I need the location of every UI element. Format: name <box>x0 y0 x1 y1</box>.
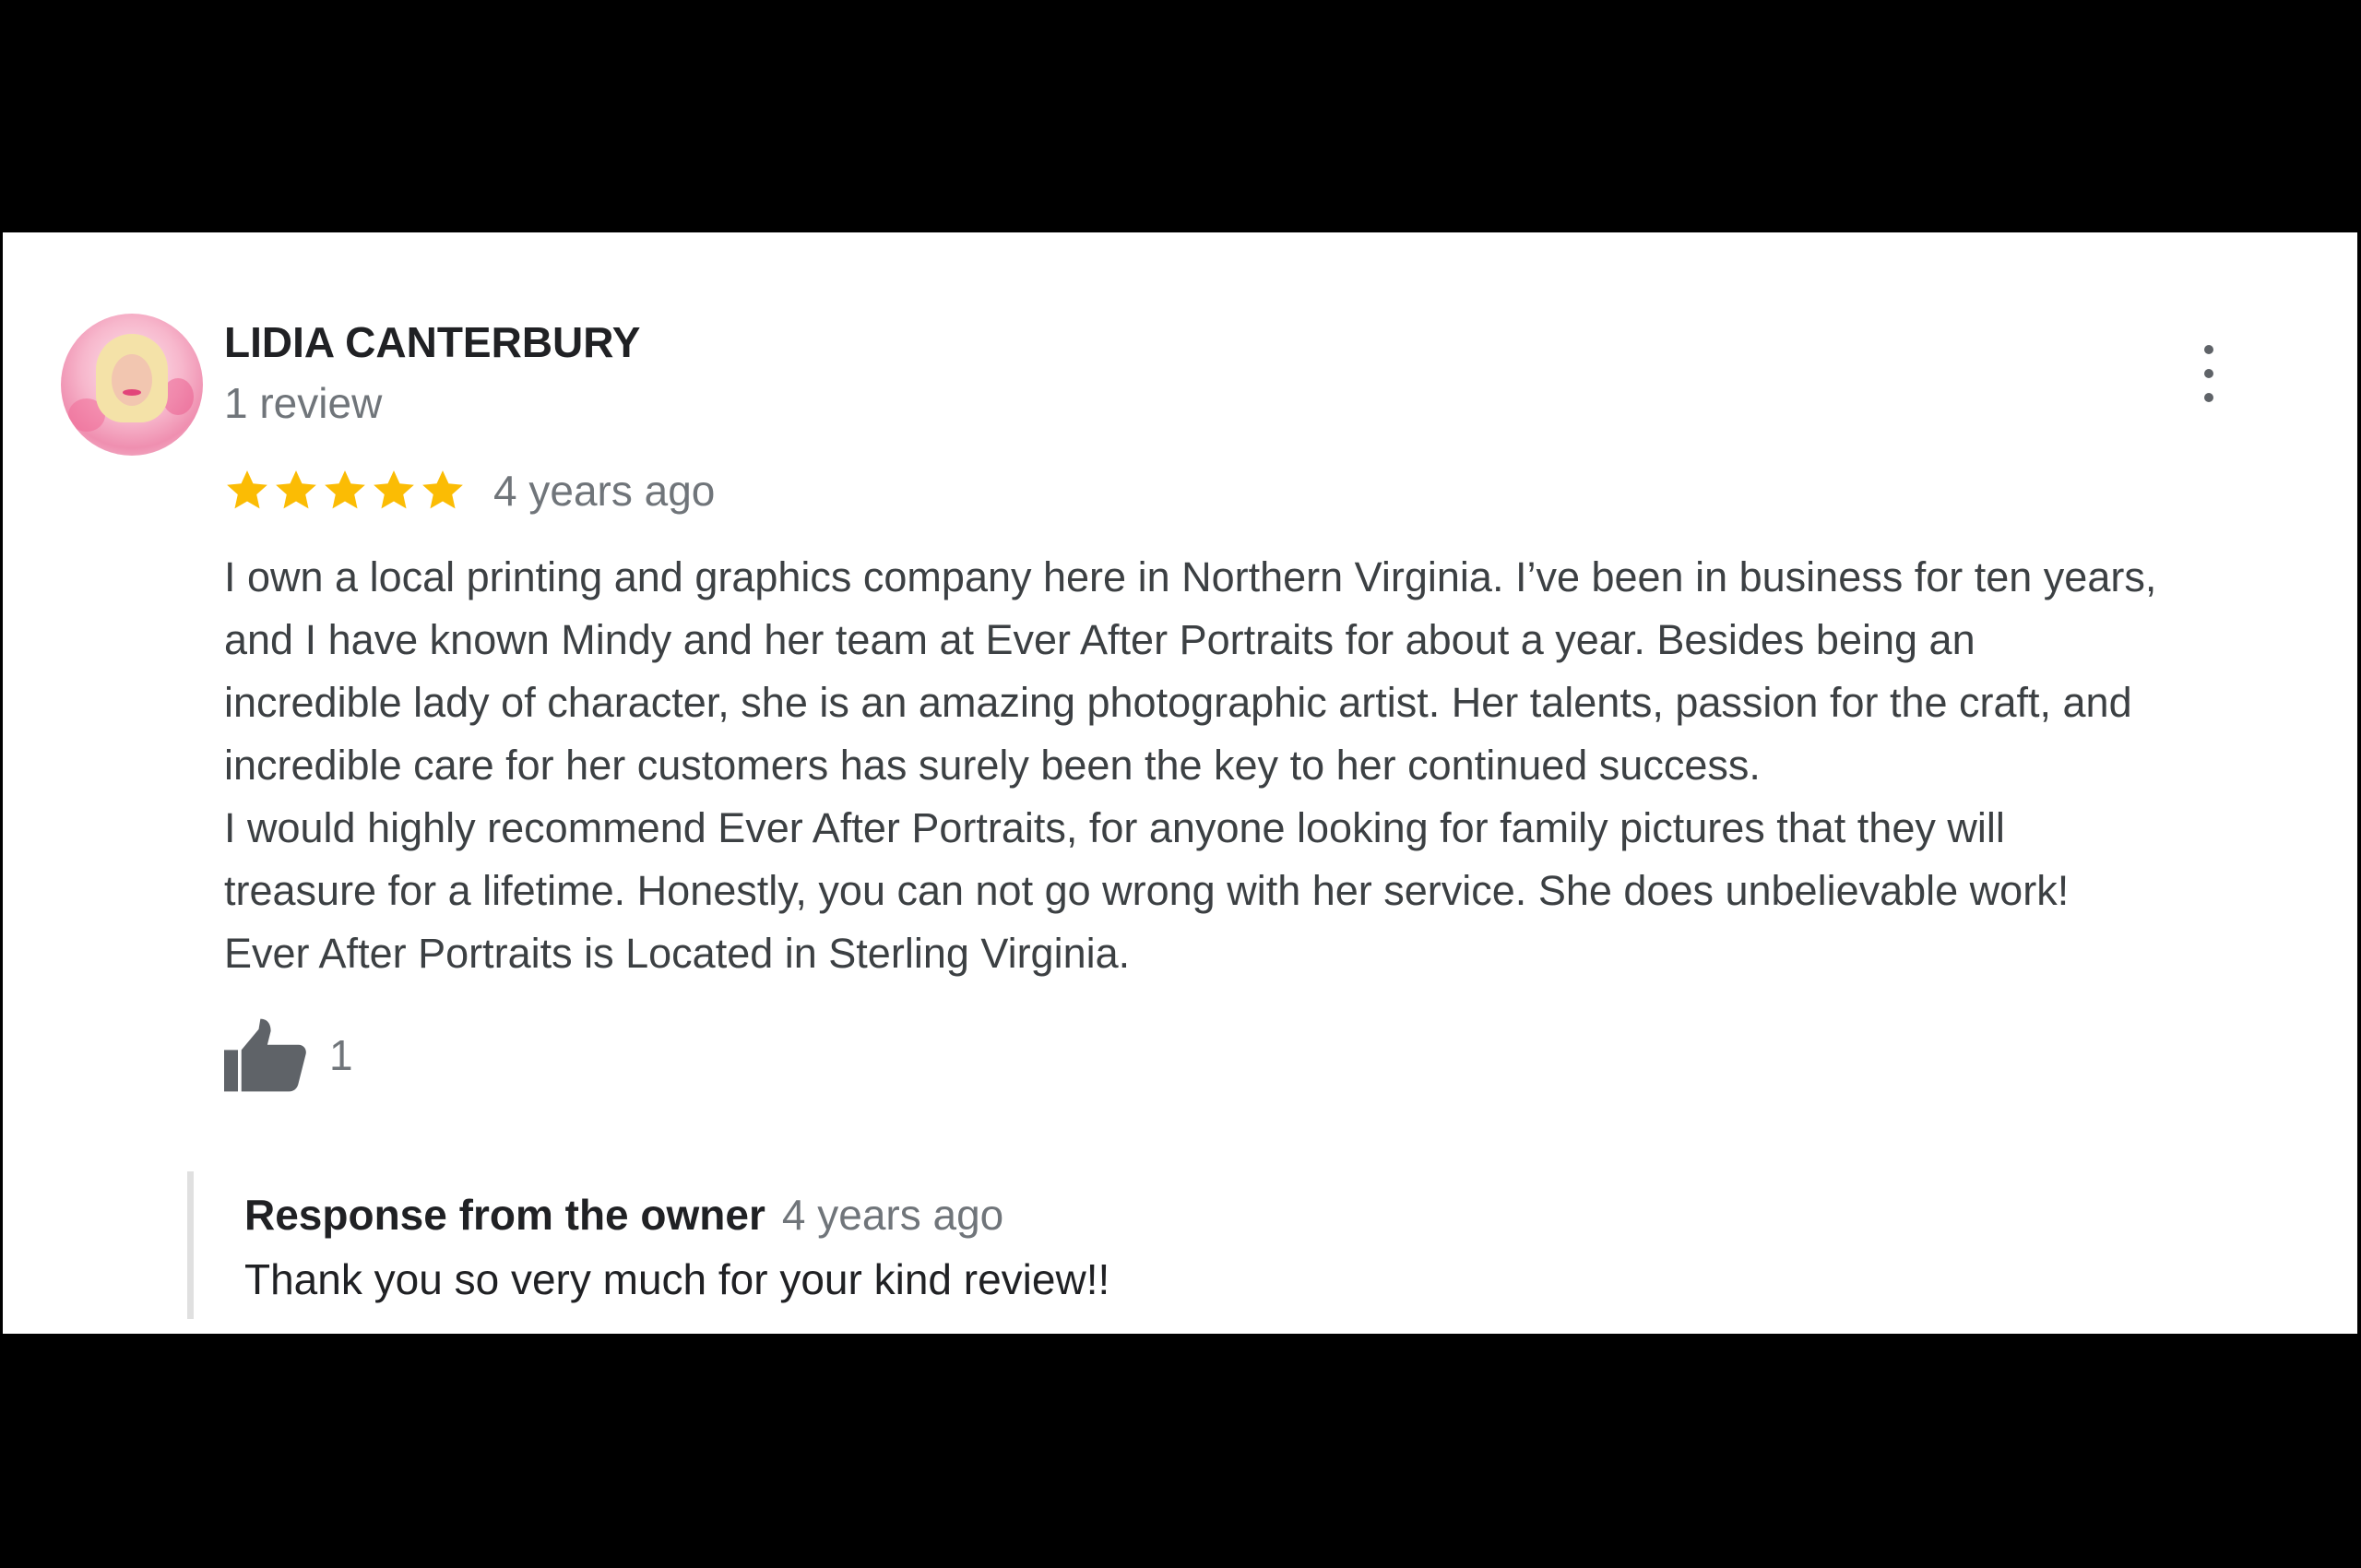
review-card: LIDIA CANTERBURY 1 review 4 years ago I … <box>3 232 2357 1334</box>
reviewer-avatar[interactable] <box>61 314 203 456</box>
owner-response-header: Response from the owner 4 years ago <box>244 1190 1003 1240</box>
reviewer-review-count[interactable]: 1 review <box>224 378 382 428</box>
star-icon <box>227 470 267 509</box>
star-icon <box>276 470 316 509</box>
like-count: 1 <box>329 1031 353 1079</box>
star-icon <box>374 470 414 509</box>
review-text: I own a local printing and graphics comp… <box>224 553 2157 977</box>
star-rating <box>224 468 466 514</box>
more-vertical-icon <box>2204 345 2213 354</box>
owner-response-title: Response from the owner <box>244 1191 765 1239</box>
thumbs-up-icon[interactable] <box>224 1018 307 1092</box>
rating-row: 4 years ago <box>224 461 715 520</box>
more-vertical-icon <box>2204 369 2213 378</box>
reviewer-name[interactable]: LIDIA CANTERBURY <box>224 317 640 367</box>
owner-response: Response from the owner 4 years ago Than… <box>187 1171 2223 1319</box>
review-date: 4 years ago <box>493 467 716 515</box>
more-vertical-icon <box>2204 393 2213 402</box>
owner-response-text: Thank you so very much for your kind rev… <box>244 1255 1110 1303</box>
star-icon <box>422 470 463 509</box>
more-options-button[interactable] <box>2189 345 2229 402</box>
star-icon <box>325 470 365 509</box>
avatar-decoration <box>112 354 152 406</box>
avatar-decoration <box>123 389 141 396</box>
like-row: 1 <box>224 1018 353 1092</box>
owner-response-date: 4 years ago <box>781 1191 1004 1239</box>
